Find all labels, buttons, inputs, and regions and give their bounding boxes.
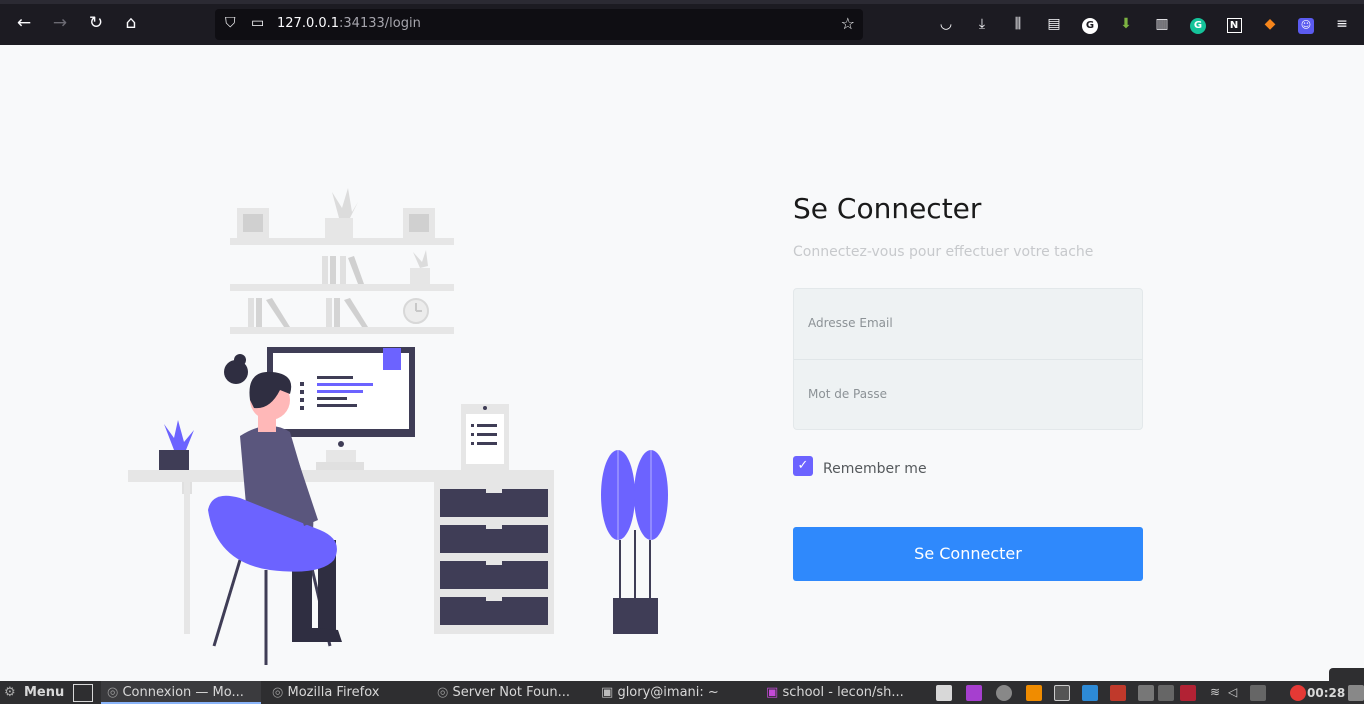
extension-g-icon[interactable]: G <box>1080 14 1100 34</box>
browser-toolbar: ← → ↻ ⌂ ⛉ ▭ 127.0.0.1:34133/login ☆ ◡ ⤓ … <box>0 0 1364 45</box>
taskbar-window-server-not-found[interactable]: ◎ Server Not Foun... <box>437 684 570 702</box>
tab-strip <box>0 0 1364 4</box>
screen-corner <box>1329 668 1364 682</box>
url-path: :34133/login <box>339 16 421 31</box>
vlc-icon[interactable] <box>1026 685 1042 701</box>
start-menu-button[interactable]: Menu <box>24 684 64 702</box>
shelf-middle <box>230 284 454 291</box>
volume-icon[interactable]: ◁ <box>1228 685 1244 701</box>
taskbar-window-firefox-login[interactable]: ◎ Connexion — Mo... <box>107 684 244 702</box>
back-icon[interactable]: ← <box>13 12 35 34</box>
download-icon[interactable]: ⤓ <box>972 14 992 34</box>
login-form <box>793 288 1143 430</box>
tray-clipboard-icon[interactable] <box>1158 685 1174 701</box>
firefox-icon: ◎ <box>272 685 284 700</box>
books <box>322 256 328 284</box>
url-text[interactable]: 127.0.0.1:34133/login <box>277 16 421 31</box>
extension-grid-icon[interactable]: ▥ <box>1152 14 1172 34</box>
notification-icon[interactable] <box>1290 685 1306 701</box>
url-bar[interactable]: ⛉ ▭ 127.0.0.1:34133/login ☆ <box>215 9 863 40</box>
metamask-icon[interactable]: ◆ <box>1260 14 1280 34</box>
app-menu-icon[interactable]: ≡ <box>1332 14 1352 34</box>
display-icon[interactable] <box>1348 685 1364 701</box>
url-host: 127.0.0.1 <box>277 16 340 31</box>
shield-icon[interactable]: ⛉ <box>225 15 236 31</box>
window-label: school - lecon/sh... <box>782 685 904 700</box>
os-taskbar: ⚙ Menu ◎ Connexion — Mo... ◎ Mozilla Fir… <box>0 681 1364 704</box>
terminal-icon: ▣ <box>601 685 614 700</box>
page-icon: ▭ <box>251 15 265 31</box>
pocket-icon[interactable]: ◡ <box>936 14 956 34</box>
sidebar-icon[interactable]: ▤ <box>1044 14 1064 34</box>
browser-launcher-icon[interactable] <box>996 685 1012 701</box>
window-label: Connexion — Mo... <box>122 685 244 700</box>
remember-me-label[interactable]: Remember me <box>823 461 927 477</box>
window-label: Mozilla Firefox <box>287 685 380 700</box>
reload-icon[interactable]: ↻ <box>85 12 107 34</box>
forward-icon[interactable]: → <box>49 12 71 34</box>
window-label: glory@imani: ~ <box>617 685 719 700</box>
page-subtitle: Connectez-vous pour effectuer votre tach… <box>793 244 1094 260</box>
checkmark-icon: ✓ <box>797 458 809 473</box>
keyboard-layout-flag-icon[interactable] <box>1180 685 1196 701</box>
home-icon[interactable]: ⌂ <box>120 12 142 34</box>
library-icon[interactable]: ⫼ <box>1008 14 1028 34</box>
shelf-bottom <box>230 327 454 334</box>
tray-settings-icon[interactable] <box>1138 685 1154 701</box>
taskbar-window-phpstorm[interactable]: ▣ school - lecon/sh... <box>766 684 904 702</box>
grammarly-icon[interactable]: G <box>1188 14 1208 34</box>
gear-icon[interactable]: ⚙ <box>4 684 16 702</box>
bookmark-star-icon[interactable]: ☆ <box>841 14 855 33</box>
phpstorm-icon: ▣ <box>766 685 779 700</box>
filezilla-icon[interactable] <box>1110 685 1126 701</box>
taskbar-window-terminal[interactable]: ▣ glory@imani: ~ <box>601 684 719 702</box>
wifi-icon[interactable]: ≋ <box>1210 685 1226 701</box>
firefox-icon: ◎ <box>437 685 449 700</box>
battery-icon[interactable] <box>1250 685 1266 701</box>
shelf-plant <box>325 218 353 238</box>
show-desktop-icon[interactable] <box>73 684 93 702</box>
remember-me-checkbox[interactable]: ✓ <box>793 456 813 476</box>
page-title: Se Connecter <box>793 192 982 225</box>
shelf-top <box>230 238 454 245</box>
submit-button[interactable]: Se Connecter <box>793 527 1143 581</box>
terminal-launcher-icon[interactable] <box>1054 685 1070 701</box>
extension-face-icon[interactable]: ☺ <box>1296 14 1316 34</box>
workspace-illustration <box>128 188 668 665</box>
notion-icon[interactable]: N <box>1224 14 1244 34</box>
field-divider <box>794 359 1142 360</box>
clock[interactable]: 00:28 <box>1307 684 1345 702</box>
files-icon[interactable] <box>936 685 952 701</box>
taskbar-window-firefox[interactable]: ◎ Mozilla Firefox <box>272 684 379 702</box>
password-field[interactable] <box>808 379 1128 409</box>
phpstorm-launcher-icon[interactable] <box>966 685 982 701</box>
floor-plant <box>613 598 658 634</box>
window-label: Server Not Foun... <box>452 685 570 700</box>
download-arrow-extension-icon[interactable]: ⬇ <box>1116 14 1136 34</box>
email-field[interactable] <box>808 308 1128 338</box>
firefox-icon: ◎ <box>107 685 119 700</box>
desk-plant <box>159 450 189 470</box>
vscode-icon[interactable] <box>1082 685 1098 701</box>
